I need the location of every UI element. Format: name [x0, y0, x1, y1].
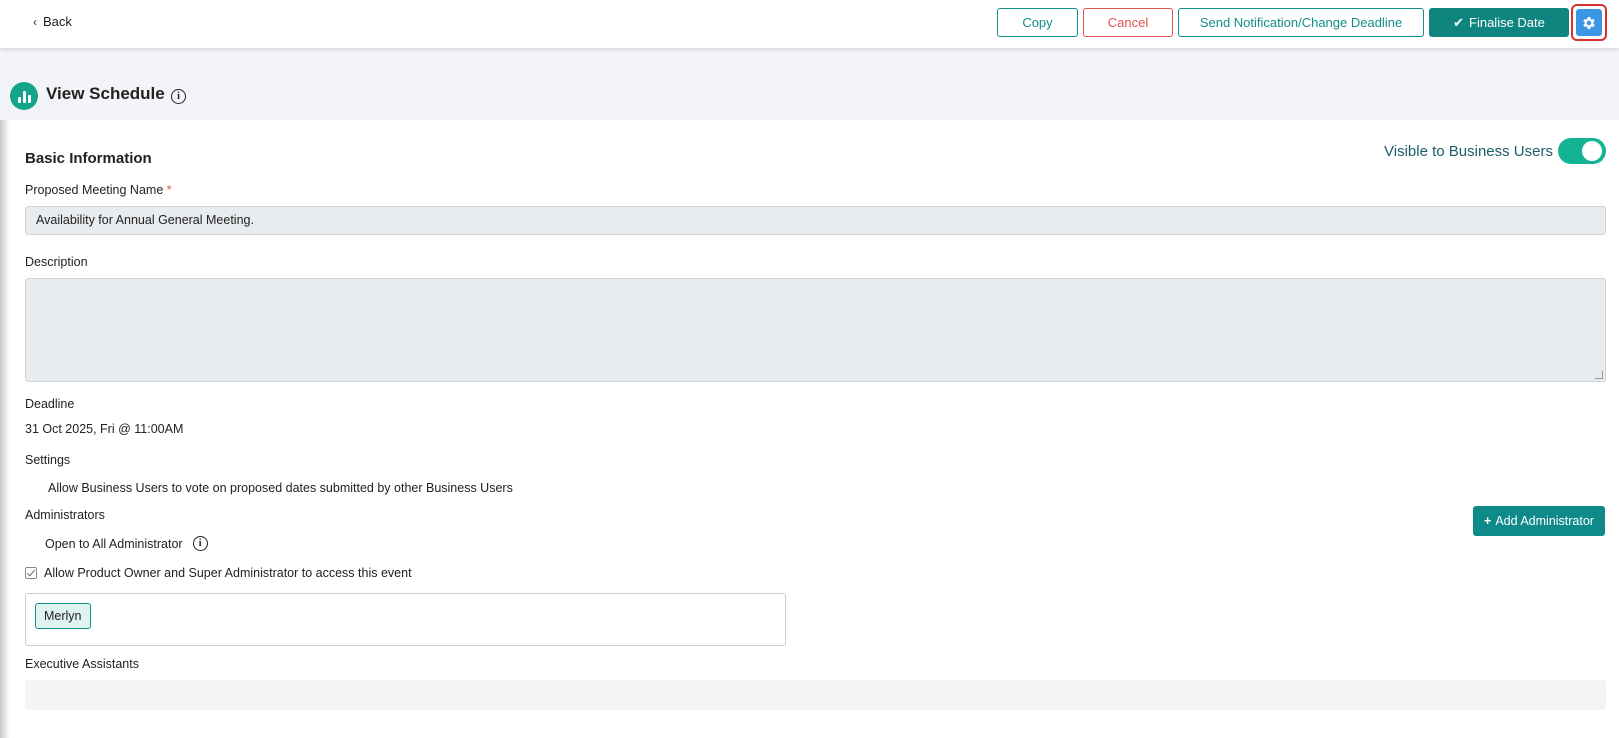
- allow-access-checkbox[interactable]: [25, 567, 37, 579]
- info-icon[interactable]: i: [192, 536, 208, 551]
- deadline-label: Deadline: [25, 397, 75, 411]
- top-action-bar: ‹ Back Copy Cancel Send Notification/Cha…: [0, 0, 1619, 48]
- add-administrator-button[interactable]: + Add Administrator: [1473, 506, 1605, 536]
- administrator-tag-box[interactable]: Merlyn: [25, 593, 786, 646]
- page-header: [0, 48, 1619, 120]
- send-notification-button[interactable]: Send Notification/Change Deadline: [1178, 8, 1424, 37]
- meeting-name-field[interactable]: Availability for Annual General Meeting.: [25, 206, 1606, 235]
- check-icon: ✔: [1453, 14, 1465, 30]
- settings-text: Allow Business Users to vote on proposed…: [48, 481, 513, 495]
- back-label: Back: [43, 14, 72, 29]
- plus-icon: +: [1484, 514, 1492, 528]
- bar-chart-icon: [10, 82, 38, 110]
- open-to-all-text: Open to All Administrator: [45, 536, 183, 551]
- open-to-all-row: Open to All Administrator i: [45, 536, 208, 551]
- executive-assistants-label: Executive Assistants: [25, 657, 139, 671]
- add-administrator-label: Add Administrator: [1495, 514, 1594, 528]
- section-title: Basic Information: [25, 150, 152, 167]
- meeting-name-label: Proposed Meeting Name *: [25, 183, 172, 197]
- gear-icon: [1583, 16, 1595, 29]
- copy-button[interactable]: Copy: [997, 8, 1078, 37]
- admin-tag[interactable]: Merlyn: [35, 603, 91, 629]
- resize-handle[interactable]: [1595, 371, 1603, 379]
- finalise-date-label: Finalise Date: [1469, 15, 1545, 30]
- deadline-value: 31 Oct 2025, Fri @ 11:00AM: [25, 422, 184, 436]
- settings-label: Settings: [25, 453, 71, 467]
- allow-access-row: Allow Product Owner and Super Administra…: [25, 566, 412, 580]
- allow-access-text: Allow Product Owner and Super Administra…: [44, 566, 412, 580]
- settings-button[interactable]: [1576, 9, 1602, 36]
- finalise-date-button[interactable]: ✔ Finalise Date: [1429, 8, 1569, 37]
- description-field[interactable]: [25, 278, 1606, 382]
- visible-toggle-label: Visible to Business Users: [1384, 143, 1553, 160]
- settings-highlight: [1571, 4, 1607, 41]
- executive-assistants-field[interactable]: [25, 680, 1606, 710]
- cancel-button[interactable]: Cancel: [1083, 8, 1173, 37]
- visible-to-business-users-toggle[interactable]: [1558, 138, 1606, 164]
- required-mark: *: [166, 183, 172, 197]
- toggle-knob: [1582, 141, 1602, 161]
- chevron-left-icon: ‹: [33, 14, 37, 29]
- back-link[interactable]: ‹ Back: [33, 14, 72, 29]
- info-icon[interactable]: i: [171, 86, 186, 104]
- page-title: View Schedule: [46, 84, 165, 103]
- administrators-label: Administrators: [25, 508, 105, 522]
- description-label: Description: [25, 255, 88, 269]
